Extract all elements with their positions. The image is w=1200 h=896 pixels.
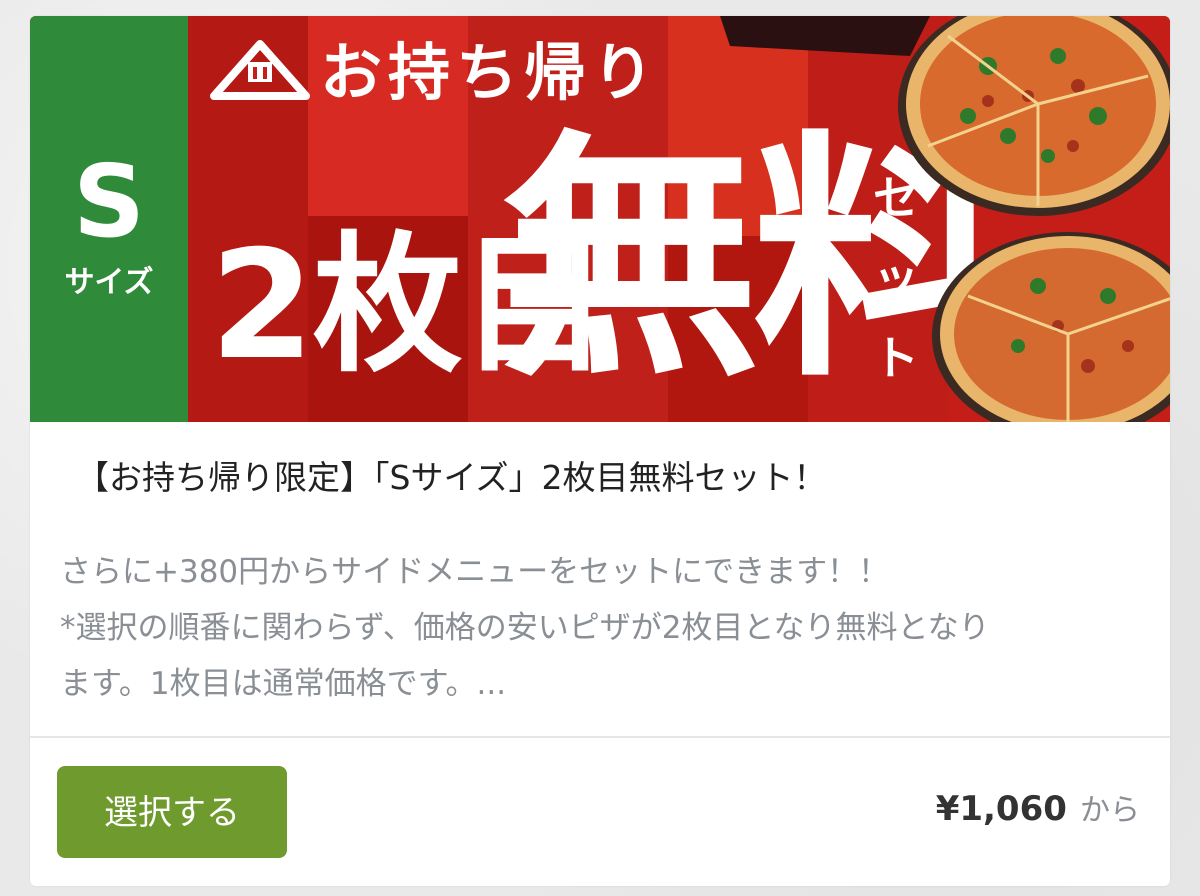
- price-value: ¥1,060: [935, 789, 1067, 829]
- divider: [30, 736, 1170, 738]
- price-display: ¥1,060 から: [936, 784, 1140, 834]
- set-char: ト: [873, 331, 919, 385]
- select-button[interactable]: 選択する: [57, 766, 287, 858]
- description-line: *選択の順番に関わらず、価格の安いピザが2枚目となり無料となり: [60, 610, 990, 646]
- size-panel: S サイズ: [30, 16, 188, 422]
- promo-banner-image: S サイズ お持ち帰り 2枚目 無料 セ ッ ト: [30, 16, 1170, 422]
- pizza-illustration-top: [898, 16, 1170, 216]
- item-title: 【お持ち帰り限定】「Sサイズ」2枚目無料セット！: [76, 458, 827, 497]
- item-description: さらに+380円からサイドメニューをセットにできます！！ *選択の順番に関わらず…: [60, 544, 1150, 712]
- pizza-illustration-bottom: [932, 232, 1170, 422]
- menu-item-card[interactable]: S サイズ お持ち帰り 2枚目 無料 セ ッ ト 【お持ち帰り限定】「Sサイズ」…: [30, 16, 1170, 886]
- description-line: ます。1枚目は通常価格です。...: [60, 666, 507, 702]
- price-suffix: から: [1080, 793, 1140, 828]
- description-line: さらに+380円からサイドメニューをセットにできます！！: [60, 554, 890, 590]
- page: S サイズ お持ち帰り 2枚目 無料 セ ッ ト 【お持ち帰り限定】「Sサイズ」…: [0, 0, 1200, 896]
- set-char: ッ: [873, 251, 919, 305]
- size-letter: S: [72, 143, 146, 260]
- takeout-title: お持ち帰り: [320, 36, 661, 109]
- size-word: サイズ: [64, 265, 154, 300]
- takeout-house-icon: [210, 40, 310, 100]
